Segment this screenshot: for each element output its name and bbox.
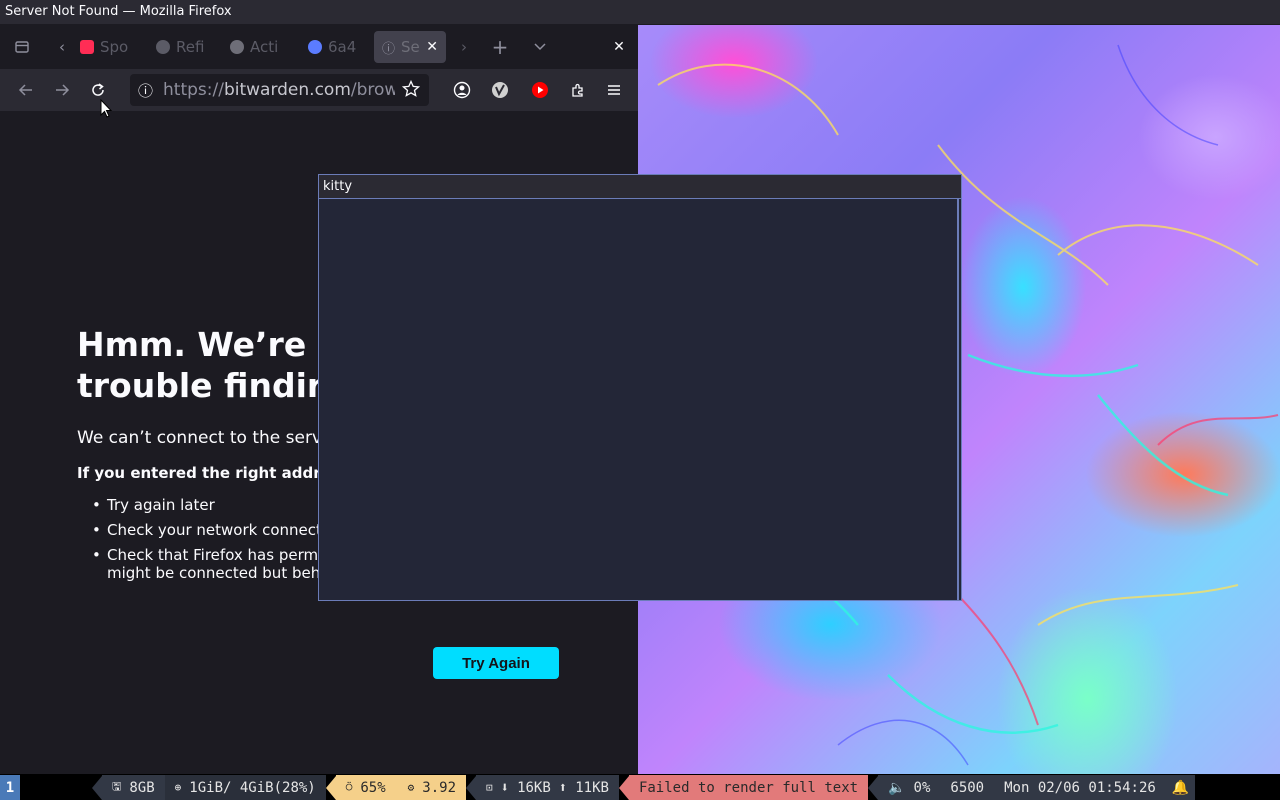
scroll-tabs-right-icon[interactable]: › bbox=[454, 33, 474, 61]
close-tab-icon[interactable]: ✕ bbox=[426, 39, 438, 55]
menu-icon[interactable] bbox=[600, 76, 628, 104]
network-widget: ⊡ ⬇ 16KB ⬆ 11KB bbox=[476, 775, 619, 800]
scroll-tabs-left-icon[interactable]: ‹ bbox=[52, 33, 72, 61]
extensions-icon[interactable] bbox=[564, 76, 592, 104]
tab-server-not-found[interactable]: ⓘ Se ✕ bbox=[374, 31, 446, 63]
close-window-icon[interactable]: ✕ bbox=[607, 33, 631, 61]
firefox-view-icon[interactable] bbox=[10, 33, 34, 61]
network-icon: ⊡ bbox=[486, 781, 493, 794]
workspace-indicator[interactable]: 1 bbox=[0, 775, 20, 800]
forward-icon[interactable] bbox=[48, 76, 76, 104]
window-title: Server Not Found — Mozilla Firefox bbox=[0, 0, 1280, 25]
tab-label: Se bbox=[401, 38, 420, 56]
error-description: We can’t connect to the serv bbox=[77, 428, 322, 448]
chip-icon: ⊕ bbox=[174, 781, 182, 794]
tab-label: 6a4 bbox=[328, 38, 357, 56]
youtube-favicon-icon bbox=[80, 40, 94, 54]
tab-label: Spo bbox=[100, 38, 129, 56]
cpu-widget: ⍥ 65% ⚙ 3.92 bbox=[335, 775, 466, 800]
url-text[interactable]: https://bitwarden.com/brow bbox=[163, 80, 395, 100]
terminal-area[interactable] bbox=[319, 199, 959, 600]
kitty-terminal-window[interactable]: kitty bbox=[318, 174, 962, 601]
tab-6a4[interactable]: 6a4 bbox=[300, 31, 370, 63]
kitty-title: kitty bbox=[319, 175, 961, 199]
bookmark-star-icon[interactable] bbox=[401, 79, 421, 102]
clock-widget: Mon 02/06 01:54:26 bbox=[994, 775, 1166, 800]
circle-favicon-icon bbox=[308, 40, 322, 54]
volume-widget[interactable]: 🔈 0% bbox=[878, 775, 941, 800]
navigation-toolbar: ⓘ https://bitwarden.com/brow bbox=[0, 69, 638, 111]
tab-label: Acti bbox=[250, 38, 279, 56]
memory-icon: 🖫 bbox=[112, 780, 122, 793]
cpu-icon: ⍥ bbox=[345, 781, 353, 794]
notification-bell-icon[interactable]: 🔔 bbox=[1165, 775, 1196, 800]
ram-widget: 🖫 8GB bbox=[102, 775, 165, 800]
tab-spotify[interactable]: Spo bbox=[72, 31, 142, 63]
tab-refi[interactable]: Refi bbox=[148, 31, 220, 63]
vimium-extension-icon[interactable] bbox=[486, 76, 514, 104]
actions-favicon-icon bbox=[230, 40, 244, 54]
back-icon[interactable] bbox=[12, 76, 40, 104]
github-favicon-icon bbox=[156, 40, 170, 54]
youtube-extension-icon[interactable] bbox=[526, 76, 554, 104]
tab-label: Refi bbox=[176, 38, 205, 56]
download-icon: ⬇ bbox=[500, 779, 510, 796]
color-temperature-widget: 6500 bbox=[940, 775, 995, 800]
gear-icon: ⚙ bbox=[407, 781, 415, 794]
new-tab-icon[interactable]: + bbox=[488, 33, 512, 61]
upload-icon: ⬆ bbox=[558, 779, 568, 796]
site-info-icon[interactable]: ⓘ bbox=[138, 80, 153, 101]
tab-actions[interactable]: Acti bbox=[222, 31, 294, 63]
tab-bar: ‹ Spo Refi Acti 6a4 ⓘ Se ✕ › + ✕ bbox=[0, 25, 638, 69]
info-icon: ⓘ bbox=[382, 41, 396, 57]
status-bar: 1 🖫 8GB ⊕ 1GiB/ 4GiB(28%) ⍥ 65% ⚙ 3.92 ⊡… bbox=[0, 775, 1280, 800]
try-again-button[interactable]: Try Again bbox=[433, 647, 559, 679]
memory-usage-widget: ⊕ 1GiB/ 4GiB(28%) bbox=[164, 775, 326, 800]
mouse-cursor-icon bbox=[100, 98, 114, 123]
account-icon[interactable] bbox=[448, 76, 476, 104]
status-message: Failed to render full text bbox=[628, 775, 869, 800]
list-all-tabs-icon[interactable] bbox=[528, 33, 552, 61]
error-subheading: If you entered the right addr bbox=[77, 464, 321, 482]
url-bar[interactable]: ⓘ https://bitwarden.com/brow bbox=[130, 74, 429, 106]
speaker-icon: 🔈 bbox=[888, 779, 906, 796]
